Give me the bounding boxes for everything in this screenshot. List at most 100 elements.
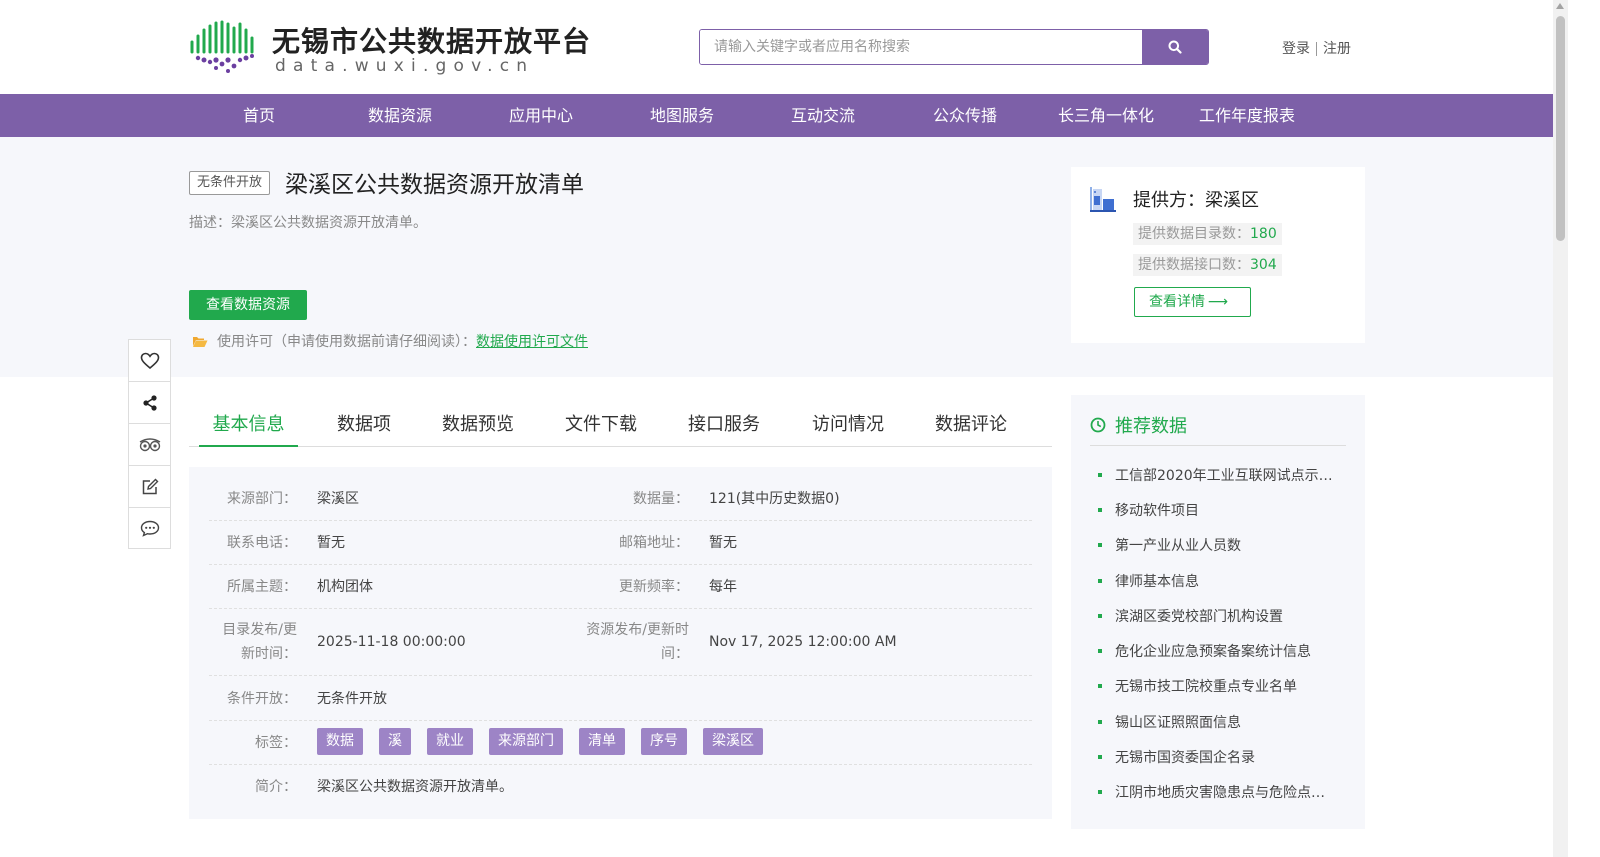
source-dept-label: 来源部门：: [227, 491, 297, 507]
recommended-item[interactable]: 工信部2020年工业互联网试点示范项目名单: [1098, 465, 1338, 485]
recommended-header: 推荐数据: [1090, 412, 1346, 446]
email-value: 暂无: [709, 535, 737, 551]
clock-icon: [1090, 417, 1106, 433]
nav-item-annual-report[interactable]: 工作年度报表: [1195, 94, 1299, 137]
recommended-item[interactable]: 危化企业应急预案备案统计信息: [1098, 641, 1338, 661]
provider-detail-button[interactable]: 查看详情 ⟶: [1134, 287, 1251, 317]
dataset-description: 描述：梁溪区公共数据资源开放清单。: [189, 215, 427, 231]
site-logo[interactable]: 无锡市公共数据开放平台 data.wuxi.gov.cn: [189, 18, 590, 76]
tab-file-download[interactable]: 文件下载: [565, 405, 637, 447]
info-row-times: 目录发布/更 新时间： 2025-11-18 00:00:00 资源发布/更新时…: [209, 609, 1032, 676]
dataset-title: 梁溪区公共数据资源开放清单: [285, 172, 584, 198]
open-type-badge: 无条件开放: [189, 171, 271, 195]
comment-button[interactable]: [128, 507, 171, 549]
info-row-tags: 标签： 数据 溪 就业 来源部门 清单 序号 梁溪区: [209, 721, 1032, 765]
tag-item[interactable]: 清单: [579, 728, 625, 755]
recommended-item[interactable]: 第一产业从业人员数: [1098, 535, 1338, 555]
tab-data-preview[interactable]: 数据预览: [442, 405, 514, 447]
page-scrollbar[interactable]: [1553, 0, 1568, 857]
heart-icon: [140, 352, 159, 369]
theme-label: 所属主题：: [227, 579, 297, 595]
catalog-time-value: 2025-11-18 00:00:00: [317, 634, 466, 650]
header: 无锡市公共数据开放平台 data.wuxi.gov.cn 登录注册: [0, 0, 1553, 94]
summary-label: 简介：: [255, 779, 297, 795]
recommended-item-label: 锡山区证照照面信息: [1115, 715, 1241, 731]
info-row-summary: 简介： 梁溪区公共数据资源开放清单。: [209, 765, 1032, 809]
license-link[interactable]: 数据使用许可文件: [476, 331, 588, 351]
tags-label: 标签：: [255, 735, 297, 751]
nav-item-public-outreach[interactable]: 公众传播: [929, 94, 1001, 137]
tag-item[interactable]: 就业: [427, 728, 473, 755]
tab-access-stats[interactable]: 访问情况: [812, 405, 884, 447]
recommended-item-label: 律师基本信息: [1115, 574, 1199, 590]
nav-item-map-services[interactable]: 地图服务: [646, 94, 718, 137]
recommended-item[interactable]: 无锡市技工院校重点专业名单: [1098, 676, 1338, 696]
resource-time-label: 资源发布/更新时 间：: [569, 618, 689, 666]
edit-button[interactable]: [128, 465, 171, 507]
tag-item[interactable]: 数据: [317, 728, 363, 755]
nav-item-interaction[interactable]: 互动交流: [787, 94, 859, 137]
logo-title: 无锡市公共数据开放平台: [272, 25, 592, 58]
login-link[interactable]: 登录: [1282, 41, 1310, 57]
auth-links: 登录 注册: [1282, 38, 1351, 58]
search-button[interactable]: [1142, 30, 1208, 64]
theme-value: 机构团体: [317, 579, 373, 595]
frequency-label: 更新频率：: [619, 579, 689, 595]
email-label: 邮箱地址：: [619, 535, 689, 551]
search-input[interactable]: [700, 30, 1143, 64]
nav-item-data-resources[interactable]: 数据资源: [364, 94, 436, 137]
main-nav: 首页 数据资源 应用中心 地图服务 互动交流 公众传播 长三角一体化 工作年度报…: [0, 94, 1553, 137]
basic-info-panel: 来源部门： 梁溪区 数据量： 121(其中历史数据0) 联系电话： 暂无 邮箱地…: [189, 467, 1052, 819]
favorite-button[interactable]: [128, 339, 171, 381]
info-row-condition: 条件开放： 无条件开放: [209, 676, 1032, 721]
scrollbar-thumb[interactable]: [1556, 16, 1565, 241]
recommended-item-label: 江阴市地质灾害隐患点与危险点分布信息: [1115, 785, 1338, 801]
phone-value: 暂无: [317, 535, 345, 551]
building-icon: [1090, 187, 1116, 212]
recommended-item[interactable]: 滨湖区委党校部门机构设置: [1098, 606, 1338, 626]
auth-divider: [1316, 42, 1317, 56]
view-data-resource-button[interactable]: 查看数据资源: [189, 290, 307, 320]
phone-label: 联系电话：: [227, 535, 297, 551]
tab-data-items[interactable]: 数据项: [337, 405, 391, 447]
data-volume-label: 数据量：: [633, 491, 689, 507]
recommended-item[interactable]: 无锡市国资委国企名录: [1098, 747, 1338, 767]
resource-time-label-line2: 间：: [661, 646, 689, 662]
search-box: [699, 29, 1209, 65]
catalog-time-label-line1: 目录发布/更: [222, 622, 297, 638]
tag-item[interactable]: 梁溪区: [703, 728, 763, 755]
recommended-item[interactable]: 江阴市地质灾害隐患点与危险点分布信息: [1098, 782, 1338, 802]
recommended-panel: 推荐数据 工信部2020年工业互联网试点示范项目名单 移动软件项目 第一产业从业…: [1071, 395, 1365, 829]
provider-card: 提供方：梁溪区 提供数据目录数：180 提供数据接口数：304 查看详情 ⟶: [1071, 167, 1365, 343]
catalog-count-stat: 提供数据目录数：180: [1133, 223, 1282, 245]
tag-item[interactable]: 溪: [379, 728, 411, 755]
detail-tabs: 基本信息 数据项 数据预览 文件下载 接口服务 访问情况 数据评论: [189, 405, 1052, 447]
nav-item-yangtze-delta[interactable]: 长三角一体化: [1055, 94, 1157, 137]
side-toolbar: [128, 339, 171, 549]
tag-item[interactable]: 来源部门: [489, 728, 563, 755]
logo-mark-icon: [190, 20, 254, 73]
register-link[interactable]: 注册: [1323, 41, 1351, 57]
condition-label: 条件开放：: [227, 691, 297, 707]
tab-data-comments[interactable]: 数据评论: [935, 405, 1007, 447]
tag-item[interactable]: 序号: [641, 728, 687, 755]
api-count-label: 提供数据接口数：: [1138, 257, 1250, 273]
recommended-item-label: 无锡市国资委国企名录: [1115, 750, 1255, 766]
summary-value: 梁溪区公共数据资源开放清单。: [317, 779, 513, 795]
arrow-right-icon: ⟶: [1207, 294, 1228, 310]
share-button[interactable]: [128, 381, 171, 423]
recommended-item[interactable]: 锡山区证照照面信息: [1098, 712, 1338, 732]
nav-item-home[interactable]: 首页: [234, 94, 284, 137]
tab-basic-info[interactable]: 基本信息: [199, 405, 298, 447]
edit-icon: [142, 478, 158, 494]
tab-api-service[interactable]: 接口服务: [688, 405, 760, 447]
recommended-item[interactable]: 移动软件项目: [1098, 500, 1338, 520]
info-row-contact: 联系电话： 暂无 邮箱地址： 暂无: [209, 521, 1032, 565]
tag-list: 数据 溪 就业 来源部门 清单 序号 梁溪区: [317, 728, 779, 755]
detail-button-label: 查看详情: [1149, 294, 1205, 310]
view-count-button[interactable]: [128, 423, 171, 465]
resource-time-value: Nov 17, 2025 12:00:00 AM: [709, 634, 897, 650]
recommended-item[interactable]: 律师基本信息: [1098, 571, 1338, 591]
nav-item-app-center[interactable]: 应用中心: [505, 94, 577, 137]
scroll-up-arrow-icon[interactable]: [1556, 3, 1564, 9]
